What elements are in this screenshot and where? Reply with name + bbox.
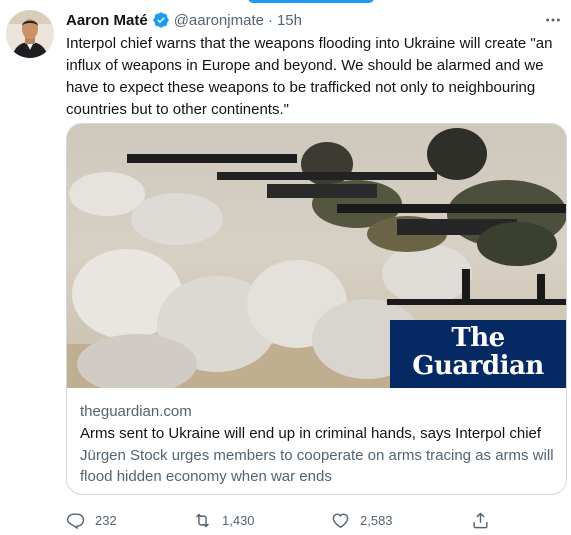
share-icon bbox=[473, 512, 488, 528]
author-name[interactable]: Aaron Maté bbox=[66, 12, 148, 29]
more-icon[interactable] bbox=[543, 10, 563, 30]
tweet-text: Interpol chief warns that the weapons fl… bbox=[66, 35, 553, 118]
separator-dot: · bbox=[267, 11, 273, 29]
card-domain: theguardian.com bbox=[80, 403, 192, 420]
card-title[interactable]: Arms sent to Ukraine will end up in crim… bbox=[80, 423, 554, 444]
card-image[interactable]: The Guardian bbox=[67, 124, 566, 388]
new-tweets-indicator[interactable] bbox=[248, 0, 374, 3]
tweet-timestamp[interactable]: 15h bbox=[277, 12, 302, 29]
tweet-header: Aaron Maté @aaronjmate · 15h bbox=[66, 9, 563, 31]
reply-count: 232 bbox=[95, 512, 117, 528]
avatar[interactable] bbox=[6, 10, 54, 58]
guardian-logo: The Guardian bbox=[390, 320, 566, 388]
guardian-logo-line2: Guardian bbox=[412, 351, 544, 381]
like-button[interactable]: 2,583 bbox=[331, 509, 393, 531]
like-icon bbox=[332, 512, 349, 528]
card-description: Jürgen Stock urges members to cooperate … bbox=[80, 447, 554, 485]
avatar-image bbox=[6, 10, 54, 58]
tweet[interactable]: Aaron Maté @aaronjmate · 15h Interpol ch… bbox=[0, 0, 571, 535]
author-handle[interactable]: @aaronjmate bbox=[174, 12, 264, 29]
verified-badge-icon bbox=[152, 11, 170, 29]
link-card[interactable]: The Guardian theguardian.com Arms sent t… bbox=[66, 123, 567, 495]
retweet-count: 1,430 bbox=[222, 512, 255, 528]
card-meta[interactable]: theguardian.com Arms sent to Ukraine wil… bbox=[80, 401, 554, 487]
retweet-button[interactable]: 1,430 bbox=[193, 509, 255, 531]
reply-icon bbox=[66, 512, 85, 529]
tweet-actions: 232 1,430 2,583 bbox=[66, 509, 506, 531]
share-button[interactable] bbox=[471, 509, 490, 531]
guardian-logo-line1: The bbox=[451, 323, 505, 353]
reply-button[interactable]: 232 bbox=[66, 509, 117, 531]
retweet-icon bbox=[196, 513, 209, 527]
like-count: 2,583 bbox=[360, 512, 393, 528]
